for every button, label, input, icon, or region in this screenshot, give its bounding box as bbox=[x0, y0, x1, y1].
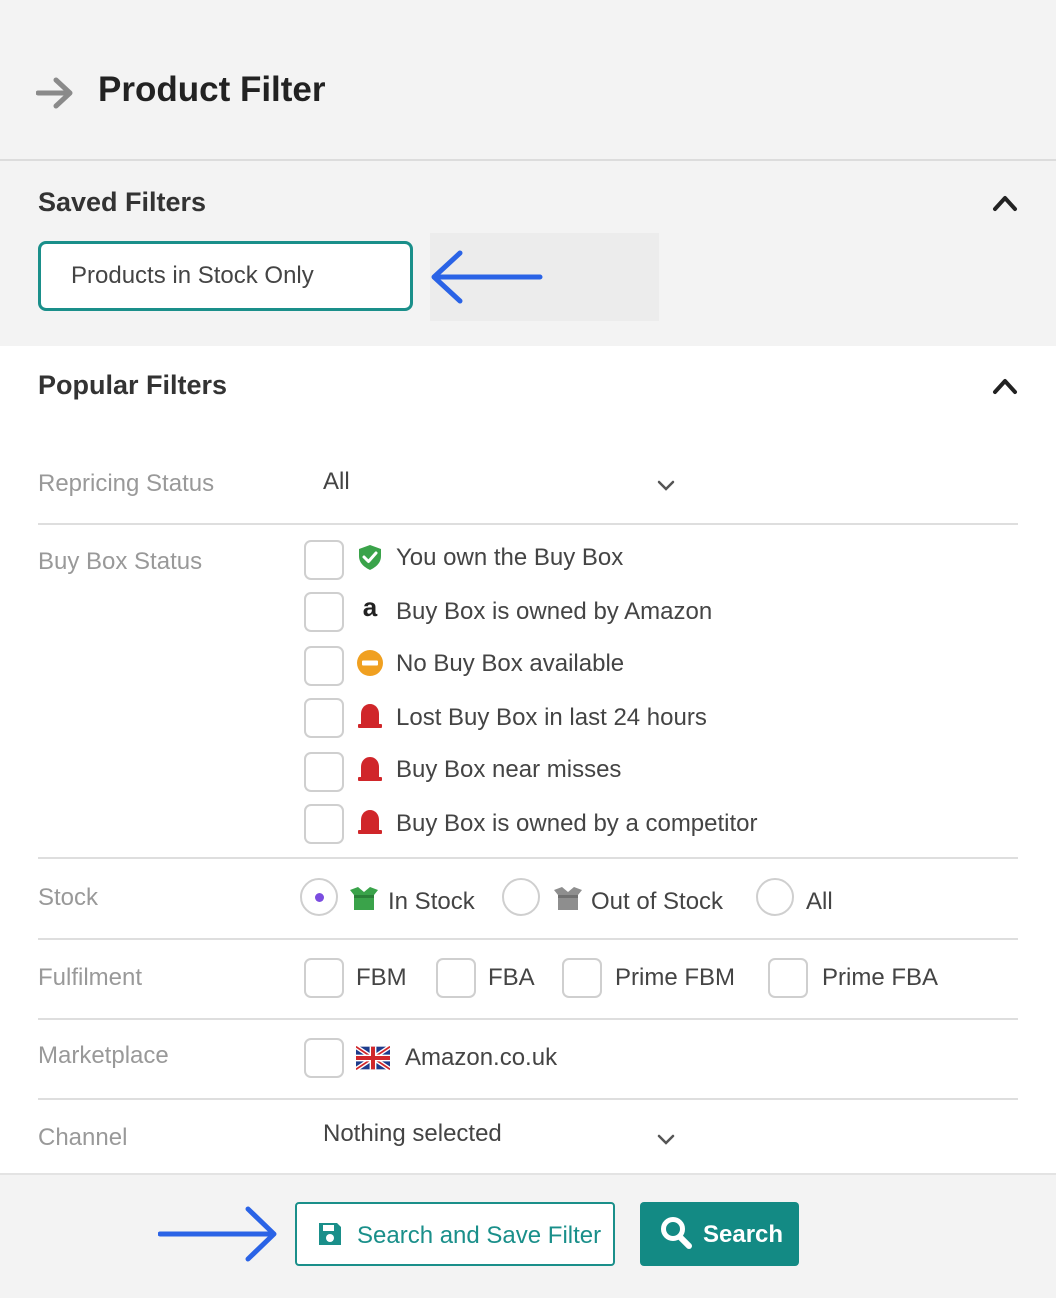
arrow-right-icon[interactable] bbox=[36, 76, 74, 110]
buy-box-option-label: Buy Box is owned by Amazon bbox=[396, 598, 713, 625]
shield-check-icon bbox=[359, 545, 381, 570]
save-button-label: Search and Save Filter bbox=[357, 1222, 602, 1249]
search-button-label: Search bbox=[703, 1221, 784, 1248]
annotation-arrow-left-icon bbox=[431, 250, 543, 304]
repricing-status-value: All bbox=[323, 468, 350, 495]
chevron-up-icon[interactable] bbox=[992, 376, 1018, 396]
buy-box-option-checkbox[interactable] bbox=[304, 540, 344, 580]
repricing-status-select[interactable]: All bbox=[310, 458, 690, 508]
fulfilment-label: Fulfilment bbox=[38, 964, 143, 991]
fulfilment-prime-fba-checkbox[interactable] bbox=[768, 958, 808, 998]
chevron-down-icon bbox=[657, 480, 675, 491]
action-footer: Search and Save Filter Search bbox=[0, 1173, 1056, 1298]
floppy-disk-icon bbox=[319, 1223, 341, 1245]
divider bbox=[38, 1018, 1018, 1020]
fulfilment-option-label: Prime FBA bbox=[822, 964, 939, 991]
popular-filters-section: Popular Filters Repricing Status All Buy… bbox=[0, 346, 1056, 1173]
fulfilment-prime-fbm-checkbox[interactable] bbox=[562, 958, 602, 998]
repricing-status-label: Repricing Status bbox=[38, 470, 215, 497]
divider bbox=[38, 938, 1018, 940]
stock-label: Stock bbox=[38, 884, 99, 911]
stock-out-of-stock-radio[interactable] bbox=[502, 878, 540, 916]
marketplace-label: Marketplace bbox=[38, 1042, 169, 1069]
buy-box-status-label: Buy Box Status bbox=[38, 548, 203, 575]
buy-box-option-checkbox[interactable] bbox=[304, 592, 344, 632]
channel-select[interactable]: Nothing selected bbox=[310, 1110, 690, 1160]
buy-box-option-label: Buy Box is owned by a competitor bbox=[396, 810, 758, 837]
marketplace-option-label: Amazon.co.uk bbox=[405, 1044, 558, 1071]
fulfilment-option-label: Prime FBM bbox=[615, 964, 735, 991]
buy-box-option-label: You own the Buy Box bbox=[396, 544, 624, 571]
channel-label: Channel bbox=[38, 1124, 128, 1151]
box-open-grey-icon bbox=[554, 887, 582, 910]
popular-filters-title: Popular Filters bbox=[38, 370, 228, 400]
chevron-down-icon bbox=[657, 1134, 675, 1145]
box-open-green-icon bbox=[350, 887, 378, 910]
search-button[interactable]: Search bbox=[640, 1202, 799, 1266]
fulfilment-option-label: FBM bbox=[356, 964, 407, 991]
buy-box-option-label: Buy Box near misses bbox=[396, 756, 622, 783]
no-entry-icon bbox=[357, 650, 383, 676]
alarm-bell-icon bbox=[358, 810, 382, 834]
fulfilment-fbm-checkbox[interactable] bbox=[304, 958, 344, 998]
buy-box-option-label: No Buy Box available bbox=[396, 650, 625, 677]
buy-box-option-checkbox[interactable] bbox=[304, 646, 344, 686]
annotation-arrow-right-icon bbox=[158, 1206, 277, 1262]
stock-option-label: In Stock bbox=[388, 888, 475, 915]
divider bbox=[38, 1098, 1018, 1100]
panel-header: Product Filter bbox=[0, 0, 1056, 161]
marketplace-uk-checkbox[interactable] bbox=[304, 1038, 344, 1078]
alarm-bell-icon bbox=[358, 704, 382, 728]
buy-box-option-checkbox[interactable] bbox=[304, 698, 344, 738]
chevron-up-icon[interactable] bbox=[992, 193, 1018, 213]
alarm-bell-icon bbox=[358, 757, 382, 781]
stock-all-radio[interactable] bbox=[756, 878, 794, 916]
buy-box-option-checkbox[interactable] bbox=[304, 752, 344, 792]
fulfilment-option-label: FBA bbox=[488, 964, 535, 991]
buy-box-option-checkbox[interactable] bbox=[304, 804, 344, 844]
saved-filters-title: Saved Filters bbox=[38, 187, 207, 217]
search-icon bbox=[661, 1217, 692, 1249]
amazon-icon: a bbox=[362, 592, 378, 622]
saved-filters-section: Saved Filters bbox=[0, 161, 1056, 346]
divider bbox=[38, 857, 1018, 859]
saved-filter-name-input[interactable] bbox=[38, 241, 413, 311]
fulfilment-fba-checkbox[interactable] bbox=[436, 958, 476, 998]
channel-value: Nothing selected bbox=[323, 1120, 502, 1147]
stock-option-label: Out of Stock bbox=[591, 888, 724, 915]
search-and-save-filter-button[interactable]: Search and Save Filter bbox=[295, 1202, 615, 1266]
page-title: Product Filter bbox=[98, 70, 326, 109]
buy-box-option-label: Lost Buy Box in last 24 hours bbox=[396, 704, 707, 731]
stock-option-label: All bbox=[806, 888, 833, 915]
uk-flag-icon bbox=[356, 1046, 390, 1070]
stock-in-stock-radio[interactable] bbox=[300, 878, 338, 916]
divider bbox=[38, 523, 1018, 525]
annotation-highlight bbox=[430, 233, 659, 321]
